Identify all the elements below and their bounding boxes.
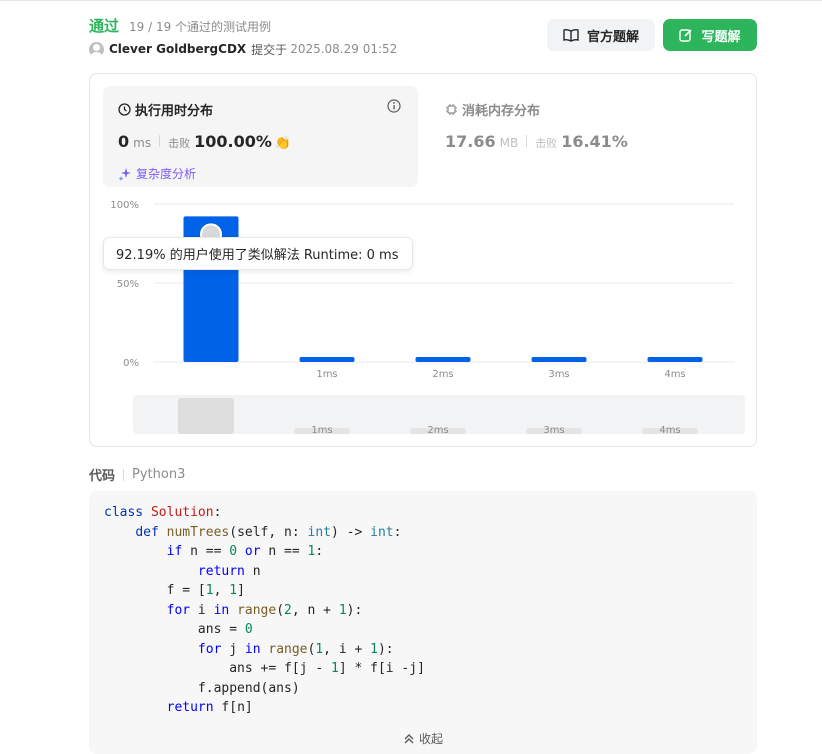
chart-bar xyxy=(299,357,355,362)
memory-value: 17.66 xyxy=(445,132,496,151)
chart-bar xyxy=(415,357,471,362)
author-row: Clever GoldbergCDX 提交于 2025.08.29 01:52 xyxy=(89,41,397,57)
collapse-label: 收起 xyxy=(418,732,443,746)
code-text: class Solution: def numTrees(self, n: in… xyxy=(104,505,425,715)
divider xyxy=(159,135,161,147)
memory-title-text: 消耗内存分布 xyxy=(462,104,541,119)
brush-tick-label: 3ms xyxy=(543,425,564,434)
y-tick-label: 0% xyxy=(123,358,139,369)
code-header: 代码 Python3 xyxy=(89,465,185,484)
complexity-analysis-label: 复杂度分析 xyxy=(136,167,197,181)
runtime-panel[interactable]: 执行用时分布 0 ms 击败 100.00% 👏 复杂度分析 xyxy=(103,86,418,187)
info-icon[interactable] xyxy=(387,99,401,113)
x-tick-label: 2ms xyxy=(432,369,453,380)
y-tick-label: 100% xyxy=(110,200,139,211)
sparkle-icon xyxy=(118,167,131,181)
memory-beats-value: 16.41% xyxy=(561,132,628,151)
chart-tooltip: 92.19% 的用户使用了类似解法 Runtime: 0 ms xyxy=(103,237,413,270)
x-tick-label: 4ms xyxy=(664,369,685,380)
brush-handle[interactable] xyxy=(178,398,234,434)
book-open-icon xyxy=(563,28,579,42)
runtime-title: 执行用时分布 xyxy=(118,100,213,119)
chart-range-brush[interactable]: 1ms 2ms 3ms 4ms xyxy=(133,395,745,434)
avatar[interactable] xyxy=(89,41,104,57)
runtime-title-text: 执行用时分布 xyxy=(135,104,214,119)
submitted-time: 2025.08.29 01:52 xyxy=(290,42,398,56)
edit-icon xyxy=(679,29,693,42)
submission-status: 通过 xyxy=(89,17,120,35)
code-label: 代码 xyxy=(89,469,116,484)
memory-value-row: 17.66 MB 击败 16.41% xyxy=(445,132,628,151)
testcase-summary: 19 / 19 个通过的测试用例 xyxy=(129,20,272,34)
brush-tick-label: 2ms xyxy=(427,425,448,434)
top-divider xyxy=(0,0,822,1)
write-solution-button[interactable]: 写题解 xyxy=(663,19,757,51)
divider xyxy=(123,468,125,481)
runtime-beats-label: 击败 xyxy=(168,137,191,150)
chart-bar xyxy=(531,357,587,362)
chevron-up-double-icon xyxy=(404,733,414,743)
submitted-label: 提交于 xyxy=(251,42,288,57)
chart-bar xyxy=(647,357,703,362)
chip-icon xyxy=(446,104,457,115)
x-tick-label: 1ms xyxy=(316,369,337,380)
y-tick-label: 50% xyxy=(117,279,139,290)
author-name[interactable]: Clever GoldbergCDX xyxy=(109,42,246,56)
official-solution-button[interactable]: 官方题解 xyxy=(547,19,655,51)
official-solution-label: 官方题解 xyxy=(586,29,639,45)
clap-icon: 👏 xyxy=(274,136,292,151)
complexity-analysis-link[interactable]: 复杂度分析 xyxy=(118,165,196,182)
memory-beats-label: 击败 xyxy=(535,137,558,150)
runtime-distribution-chart[interactable]: 100% 50% 0% 1ms 2ms 3ms 4ms xyxy=(90,194,756,384)
x-tick-label: 3ms xyxy=(548,369,569,380)
divider xyxy=(526,135,528,147)
clock-icon xyxy=(118,103,131,116)
write-solution-label: 写题解 xyxy=(701,29,741,45)
memory-title[interactable]: 消耗内存分布 xyxy=(445,100,540,119)
runtime-beats-value: 100.00% xyxy=(194,132,272,151)
runtime-value: 0 xyxy=(118,132,130,151)
runtime-value-row: 0 ms 击败 100.00% 👏 xyxy=(118,132,291,151)
collapse-button[interactable]: 收起 xyxy=(89,730,757,747)
code-language: Python3 xyxy=(132,467,186,482)
runtime-unit: ms xyxy=(133,136,152,150)
stats-card: 执行用时分布 0 ms 击败 100.00% 👏 复杂度分析 消耗内存分布 17… xyxy=(89,73,757,447)
code-block[interactable]: class Solution: def numTrees(self, n: in… xyxy=(89,491,757,754)
brush-tick-label: 4ms xyxy=(659,425,680,434)
memory-unit: MB xyxy=(499,136,519,150)
brush-tick-label: 1ms xyxy=(311,425,332,434)
